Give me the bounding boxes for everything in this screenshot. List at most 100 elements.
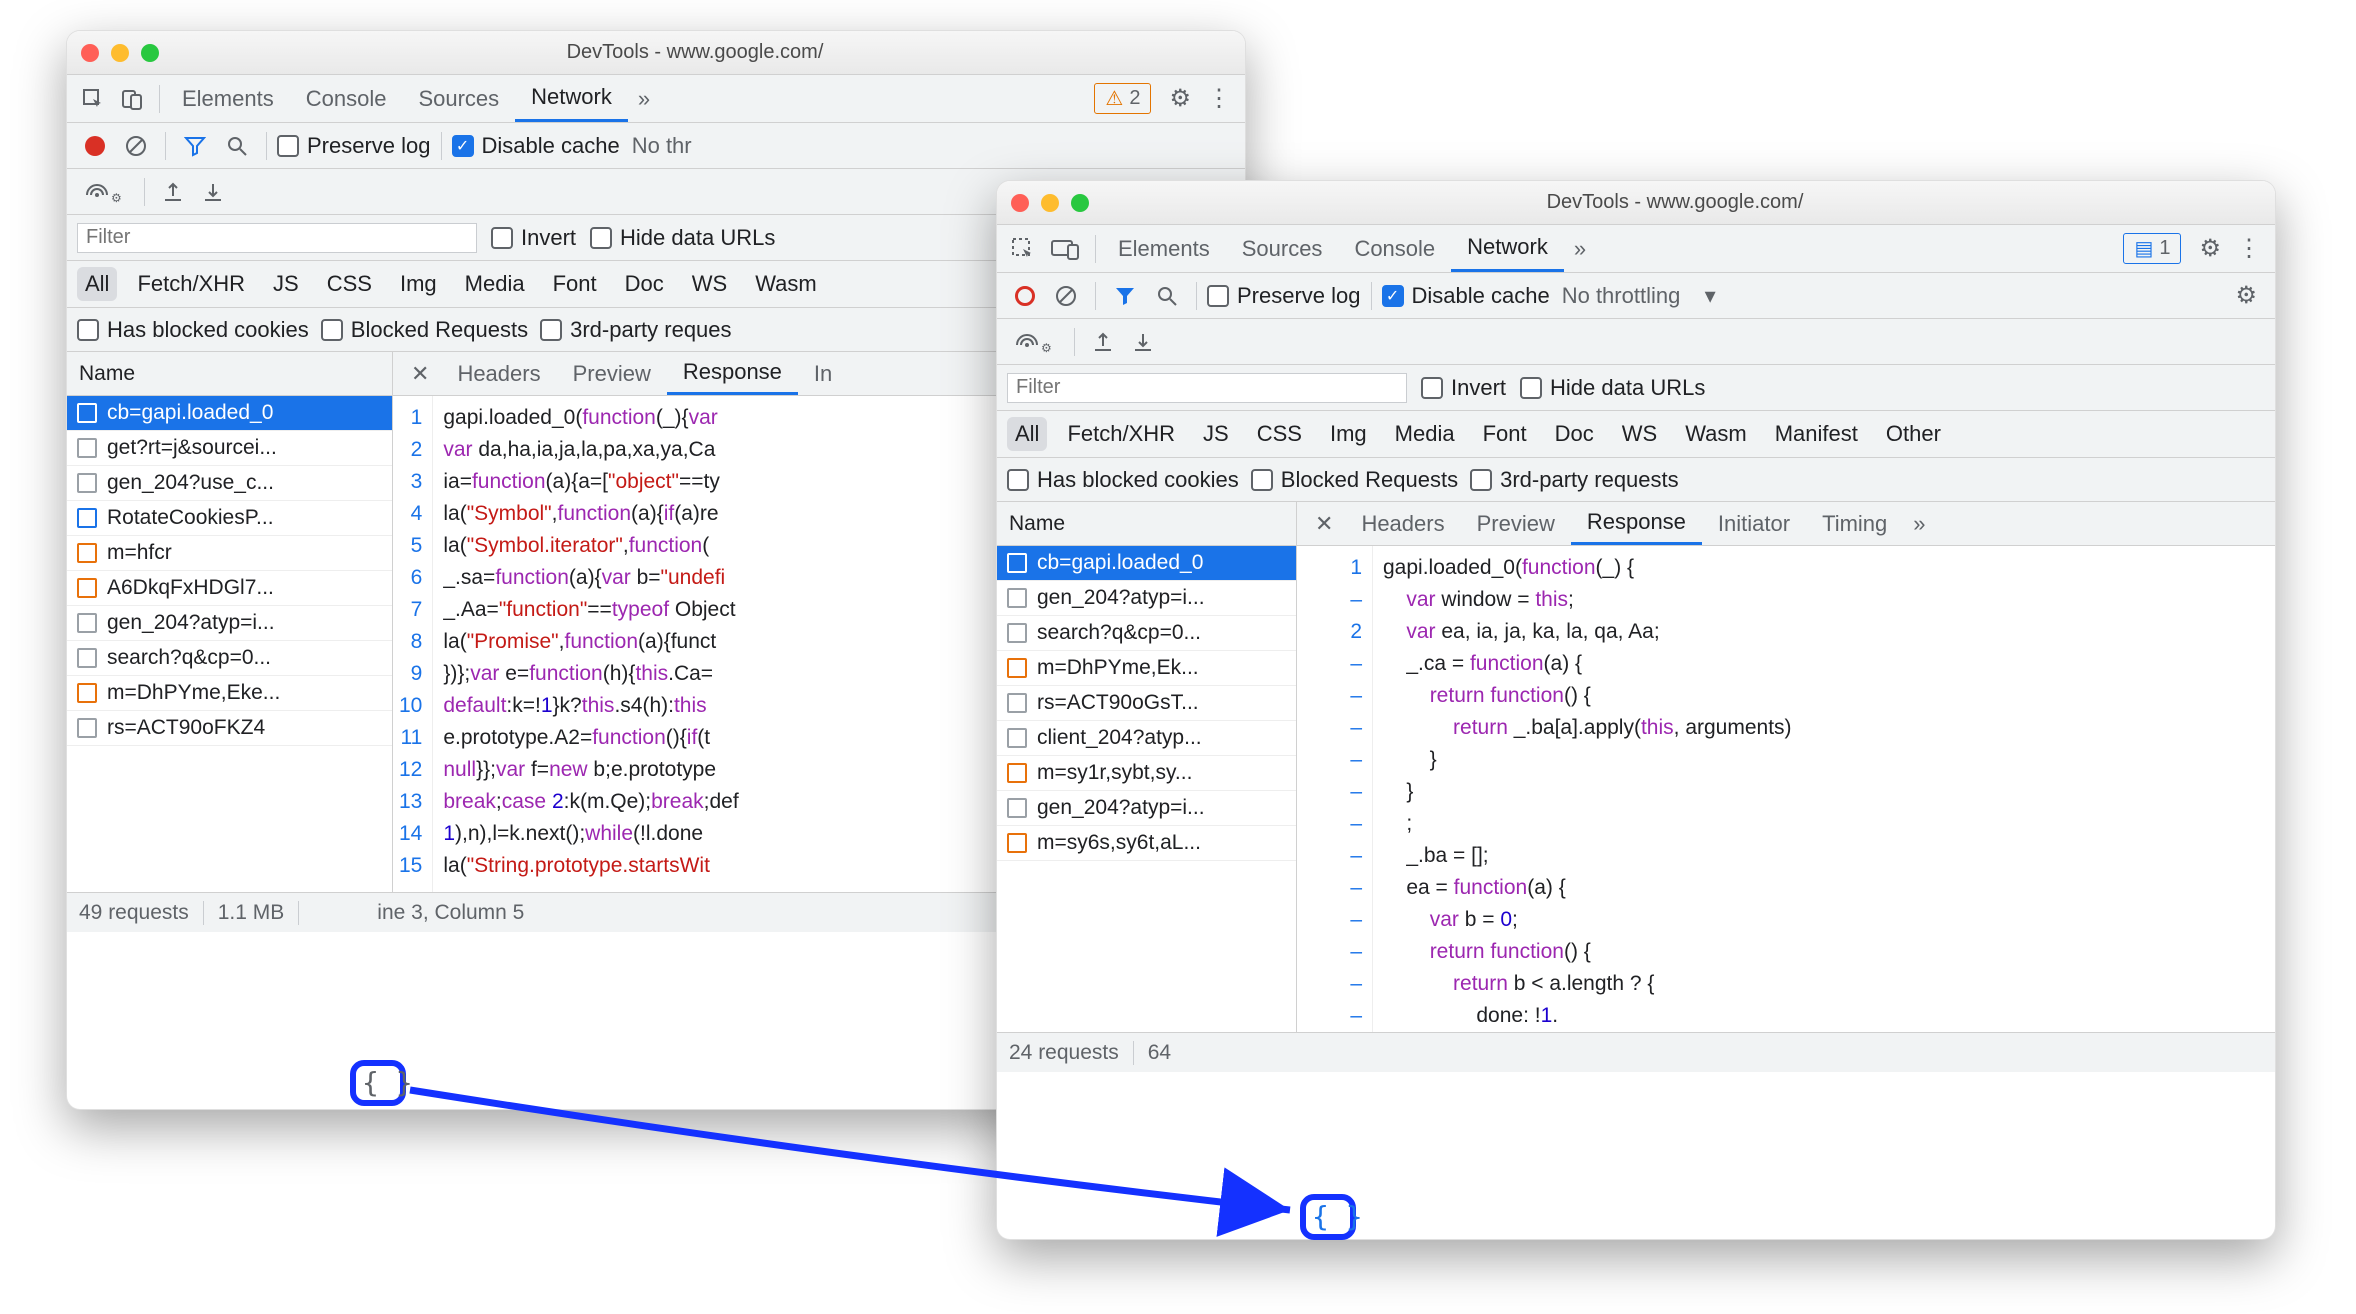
tab-sources[interactable]: Sources — [402, 75, 515, 122]
search-icon[interactable] — [218, 131, 256, 161]
inspect-icon[interactable] — [1003, 233, 1043, 265]
kebab-menu-icon[interactable] — [2229, 230, 2269, 267]
type-css[interactable]: CSS — [319, 267, 380, 301]
maximize-icon[interactable] — [1071, 194, 1089, 212]
filter-toggle-icon[interactable] — [176, 131, 214, 161]
filter-input[interactable] — [77, 223, 477, 253]
maximize-icon[interactable] — [141, 44, 159, 62]
name-column-header[interactable]: Name — [997, 502, 1296, 546]
kebab-menu-icon[interactable] — [1199, 80, 1239, 117]
type-wasm[interactable]: Wasm — [747, 267, 825, 301]
type-all[interactable]: All — [77, 267, 117, 301]
type-fetchxhr[interactable]: Fetch/XHR — [129, 267, 253, 301]
preserve-log-checkbox[interactable]: Preserve log — [1207, 283, 1361, 309]
disable-cache-checkbox[interactable]: ✓Disable cache — [452, 133, 620, 159]
record-button[interactable] — [1007, 282, 1043, 310]
tab-console[interactable]: Console — [290, 75, 403, 122]
close-content-icon[interactable]: ✕ — [1303, 511, 1345, 537]
network-settings-icon[interactable] — [2227, 277, 2265, 314]
request-row[interactable]: get?rt=j&sourcei... — [67, 431, 392, 466]
type-manifest[interactable]: Manifest — [1767, 417, 1866, 451]
type-ws[interactable]: WS — [684, 267, 735, 301]
close-icon[interactable] — [1011, 194, 1029, 212]
tab-sources[interactable]: Sources — [1226, 225, 1339, 272]
request-row[interactable]: search?q&cp=0... — [67, 641, 392, 676]
tab-response[interactable]: Response — [667, 352, 798, 395]
request-row[interactable]: rs=ACT90oFKZ4 — [67, 711, 392, 746]
hide-data-urls-checkbox[interactable]: Hide data URLs — [1520, 375, 1705, 401]
more-tabs-icon[interactable]: » — [628, 75, 660, 122]
type-font[interactable]: Font — [1475, 417, 1535, 451]
device-toggle-icon[interactable] — [113, 83, 153, 115]
close-content-icon[interactable]: ✕ — [399, 361, 441, 387]
search-icon[interactable] — [1148, 281, 1186, 311]
warning-badge[interactable]: ⚠2 — [1094, 83, 1151, 114]
invert-checkbox[interactable]: Invert — [491, 225, 576, 251]
more-content-tabs-icon[interactable]: » — [1903, 502, 1935, 545]
type-media[interactable]: Media — [457, 267, 533, 301]
import-har-icon[interactable] — [1085, 328, 1121, 356]
tab-initiator-clip[interactable]: In — [798, 352, 848, 395]
blocked-requests-checkbox[interactable]: Blocked Requests — [1251, 467, 1458, 493]
request-row[interactable]: m=hfcr — [67, 536, 392, 571]
minimize-icon[interactable] — [1041, 194, 1059, 212]
type-fetchxhr[interactable]: Fetch/XHR — [1059, 417, 1183, 451]
network-conditions-icon[interactable]: ⚙ — [77, 179, 134, 205]
type-ws[interactable]: WS — [1614, 417, 1665, 451]
preserve-log-checkbox[interactable]: Preserve log — [277, 133, 431, 159]
tab-initiator[interactable]: Initiator — [1702, 502, 1806, 545]
record-button[interactable] — [77, 132, 113, 160]
request-row[interactable]: gen_204?atyp=i... — [997, 791, 1296, 826]
request-row[interactable]: m=DhPYme,Eke... — [67, 676, 392, 711]
blocked-requests-checkbox[interactable]: Blocked Requests — [321, 317, 528, 343]
tab-network[interactable]: Network — [515, 75, 628, 122]
request-row[interactable]: A6DkqFxHDGl7... — [67, 571, 392, 606]
tab-headers[interactable]: Headers — [441, 352, 556, 395]
throttling-select[interactable]: No throttling ▾ — [1554, 279, 1724, 313]
tab-elements[interactable]: Elements — [166, 75, 290, 122]
settings-icon[interactable] — [2191, 230, 2229, 267]
request-row[interactable]: rs=ACT90oGsT... — [997, 686, 1296, 721]
request-row[interactable]: RotateCookiesP... — [67, 501, 392, 536]
minimize-icon[interactable] — [111, 44, 129, 62]
export-har-icon[interactable] — [1125, 328, 1161, 356]
request-row[interactable]: m=sy6s,sy6t,aL... — [997, 826, 1296, 861]
export-har-icon[interactable] — [195, 178, 231, 206]
request-row[interactable]: gen_204?use_c... — [67, 466, 392, 501]
type-img[interactable]: Img — [392, 267, 445, 301]
request-row[interactable]: search?q&cp=0... — [997, 616, 1296, 651]
type-other[interactable]: Other — [1878, 417, 1949, 451]
request-row[interactable]: gen_204?atyp=i... — [67, 606, 392, 641]
filter-toggle-icon[interactable] — [1106, 281, 1144, 311]
type-js[interactable]: JS — [265, 267, 307, 301]
request-row[interactable]: m=DhPYme,Ek... — [997, 651, 1296, 686]
request-row[interactable]: m=sy1r,sybt,sy... — [997, 756, 1296, 791]
request-row[interactable]: client_204?atyp... — [997, 721, 1296, 756]
more-tabs-icon[interactable]: » — [1564, 225, 1596, 272]
type-doc[interactable]: Doc — [1547, 417, 1602, 451]
tab-network[interactable]: Network — [1451, 225, 1564, 272]
request-row[interactable]: cb=gapi.loaded_0 — [67, 396, 392, 431]
type-doc[interactable]: Doc — [617, 267, 672, 301]
type-font[interactable]: Font — [545, 267, 605, 301]
tab-preview[interactable]: Preview — [557, 352, 667, 395]
settings-icon[interactable] — [1161, 80, 1199, 117]
close-icon[interactable] — [81, 44, 99, 62]
tab-response[interactable]: Response — [1571, 502, 1702, 545]
blocked-cookies-checkbox[interactable]: Has blocked cookies — [1007, 467, 1239, 493]
throttling-select[interactable]: No thr — [624, 129, 700, 163]
blocked-cookies-checkbox[interactable]: Has blocked cookies — [77, 317, 309, 343]
third-party-checkbox[interactable]: 3rd-party requests — [1470, 467, 1679, 493]
tab-headers[interactable]: Headers — [1345, 502, 1460, 545]
import-har-icon[interactable] — [155, 178, 191, 206]
clear-button[interactable] — [117, 131, 155, 161]
inspect-icon[interactable] — [73, 83, 113, 115]
device-toggle-icon[interactable] — [1043, 234, 1089, 264]
type-wasm[interactable]: Wasm — [1677, 417, 1755, 451]
type-js[interactable]: JS — [1195, 417, 1237, 451]
third-party-checkbox[interactable]: 3rd-party reques — [540, 317, 731, 343]
clear-button[interactable] — [1047, 281, 1085, 311]
request-row[interactable]: gen_204?atyp=i... — [997, 581, 1296, 616]
network-conditions-icon[interactable]: ⚙ — [1007, 329, 1064, 355]
hide-data-urls-checkbox[interactable]: Hide data URLs — [590, 225, 775, 251]
